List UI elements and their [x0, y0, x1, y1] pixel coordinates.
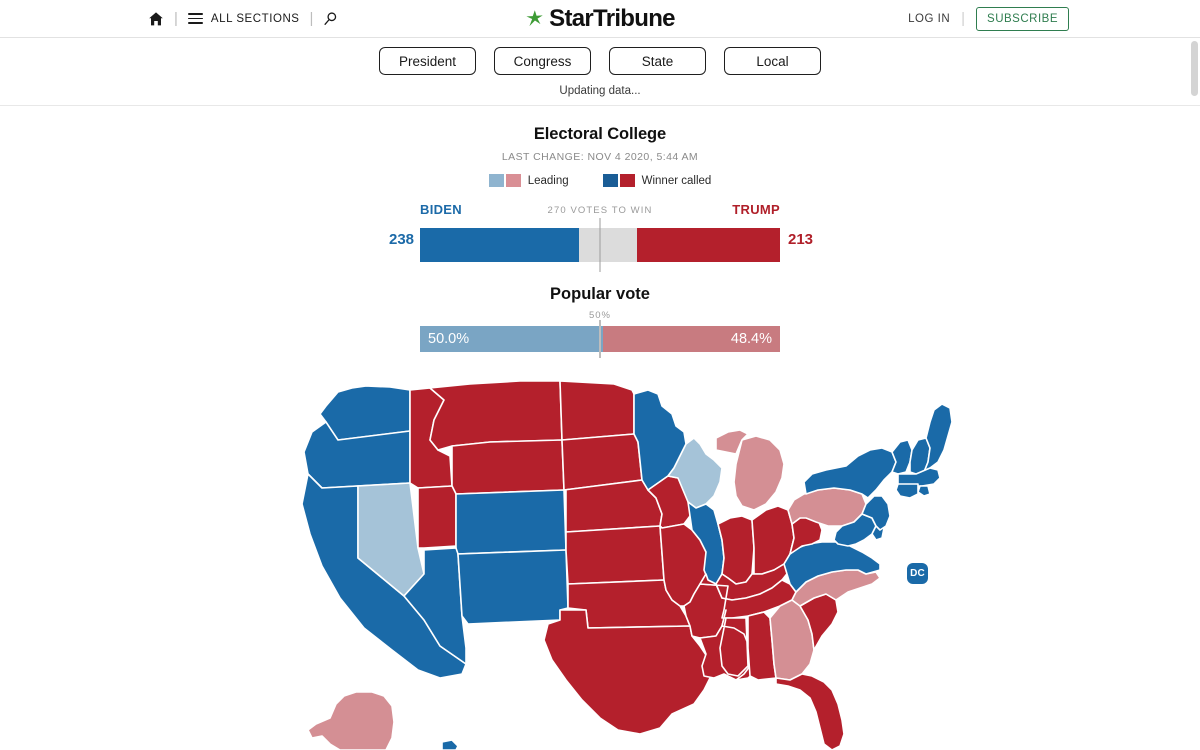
- dc-badge[interactable]: DC: [907, 563, 928, 584]
- state-MT[interactable]: [429, 380, 563, 451]
- state-FL[interactable]: [775, 673, 845, 750]
- state-RI[interactable]: [917, 485, 931, 497]
- election-results-page: | ALL SECTIONS | StarTribune LOG IN | SU…: [0, 0, 1200, 750]
- electoral-map[interactable]: DC: [0, 378, 1200, 750]
- popular-bar-biden: 50.0%: [420, 326, 603, 352]
- state-NY[interactable]: [803, 447, 897, 499]
- legend-swatch-gop-called: [619, 174, 635, 187]
- log-in-link[interactable]: LOG IN: [908, 13, 950, 25]
- popular-vote-title: Popular vote: [550, 285, 650, 303]
- tab-president[interactable]: President: [379, 47, 476, 75]
- legend-swatch-gop-leading: [505, 174, 521, 187]
- electoral-bar: [420, 218, 780, 272]
- site-header: | ALL SECTIONS | StarTribune LOG IN | SU…: [0, 0, 1200, 38]
- state-IN[interactable]: [717, 515, 755, 585]
- header-right-group: LOG IN | SUBSCRIBE: [908, 6, 1069, 31]
- search-icon[interactable]: [323, 11, 338, 26]
- popular-50-marker: [599, 320, 601, 358]
- state-CT[interactable]: [895, 483, 919, 499]
- electoral-college-title: Electoral College: [533, 125, 667, 143]
- map-legend: Leading Winner called: [0, 174, 1200, 187]
- home-icon[interactable]: [148, 11, 164, 27]
- us-map-svg: [301, 380, 953, 750]
- legend-label-leading: Leading: [527, 174, 569, 187]
- votes-to-win-label: 270 VOTES TO WIN: [547, 205, 653, 216]
- electoral-votes-trump: 213: [788, 231, 814, 248]
- legend-swatches-called: [602, 174, 635, 187]
- brand-name: StarTribune: [549, 4, 675, 32]
- electoral-bar-section: BIDEN 270 VOTES TO WIN TRUMP 238 213: [0, 202, 1200, 272]
- state-ND[interactable]: [559, 380, 635, 441]
- popular-vote-section: 50% 50.0% 48.4%: [0, 310, 1200, 362]
- last-change-label: LAST CHANGE: NOV 4 2020, 5:44 AM: [501, 151, 699, 163]
- state-CO[interactable]: [455, 489, 567, 555]
- star-icon: [525, 9, 544, 28]
- legend-swatch-dem-called: [602, 174, 618, 187]
- scrollbar-thumb[interactable]: [1191, 41, 1198, 96]
- header-divider-1: |: [174, 10, 178, 27]
- electoral-votes-biden: 238: [389, 231, 415, 248]
- legend-item-winner-called: Winner called: [602, 174, 712, 187]
- candidate-name-trump: TRUMP: [732, 202, 780, 217]
- page-scrollbar[interactable]: [1189, 0, 1200, 750]
- race-tabbar: President Congress State Local Updating …: [0, 38, 1200, 106]
- state-AK[interactable]: [307, 691, 395, 750]
- state-HI[interactable]: [441, 739, 459, 750]
- legend-item-leading: Leading: [488, 174, 569, 187]
- tab-local[interactable]: Local: [724, 47, 821, 75]
- popular-bar-trump: 48.4%: [602, 326, 780, 352]
- legend-label-winner-called: Winner called: [641, 174, 712, 187]
- header-left-group: | ALL SECTIONS |: [148, 11, 338, 27]
- site-logo[interactable]: StarTribune: [525, 4, 676, 33]
- subscribe-button[interactable]: SUBSCRIBE: [976, 6, 1069, 31]
- state-MI[interactable]: [715, 429, 785, 511]
- state-VT[interactable]: [891, 439, 913, 475]
- state-WY[interactable]: [451, 439, 565, 495]
- electoral-bar-trump: [637, 228, 780, 262]
- legend-swatch-dem-leading: [488, 174, 504, 187]
- all-sections-label[interactable]: ALL SECTIONS: [211, 13, 300, 25]
- electoral-270-marker: [599, 218, 601, 272]
- legend-swatches-leading: [488, 174, 521, 187]
- state-TX[interactable]: [543, 609, 713, 735]
- electoral-bar-track: [420, 218, 780, 272]
- electoral-bar-biden: [420, 228, 580, 262]
- candidate-name-biden: BIDEN: [420, 202, 462, 217]
- tab-congress[interactable]: Congress: [494, 47, 591, 75]
- tab-state[interactable]: State: [609, 47, 706, 75]
- state-ME[interactable]: [923, 403, 953, 473]
- header-divider-2: |: [309, 10, 314, 27]
- state-KS[interactable]: [565, 525, 665, 585]
- state-UT[interactable]: [417, 485, 457, 549]
- hamburger-icon[interactable]: [187, 13, 203, 24]
- race-tabs: President Congress State Local: [0, 47, 1200, 75]
- state-NM[interactable]: [457, 549, 569, 625]
- results-section: Electoral College LAST CHANGE: NOV 4 202…: [0, 106, 1200, 362]
- header-divider-3: |: [961, 10, 966, 27]
- updating-status: Updating data...: [559, 85, 641, 97]
